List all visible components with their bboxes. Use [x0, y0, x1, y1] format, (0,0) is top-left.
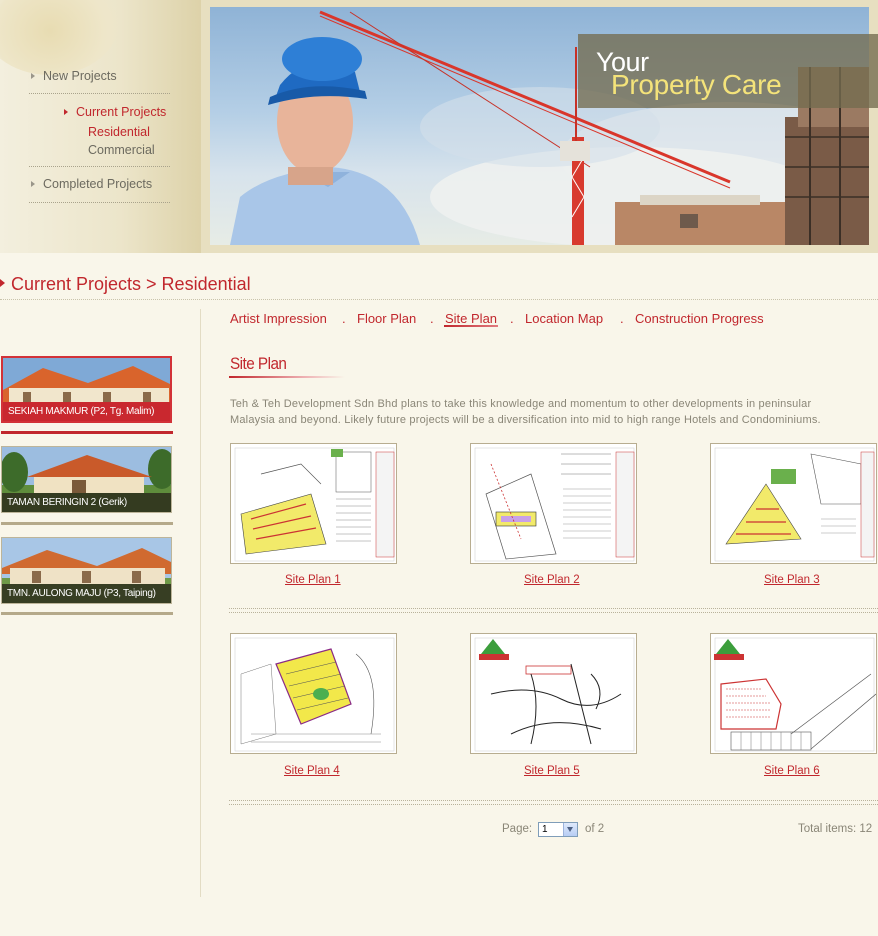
- menu-item-new-projects[interactable]: New Projects: [31, 69, 117, 83]
- menu-divider: [29, 166, 170, 167]
- breadcrumb-divider: [0, 299, 878, 300]
- menu-subitem-residential[interactable]: Residential: [88, 125, 150, 139]
- project-thumbnail-sekiah-makmur[interactable]: SEKIAH MAKMUR (P2, Tg. Malim): [1, 356, 172, 423]
- menu-item-current-projects[interactable]: Current Projects: [64, 105, 166, 119]
- project-menu: New Projects Current Projects Residentia…: [0, 0, 201, 253]
- intro-line-2: Malaysia and beyond. Likely future proje…: [230, 414, 821, 426]
- chevron-down-icon[interactable]: [563, 823, 577, 836]
- menu-subitem-commercial[interactable]: Commercial: [88, 143, 155, 157]
- site-plan-thumbnail-4[interactable]: [230, 633, 397, 754]
- site-plan-link-6[interactable]: Site Plan 6: [764, 765, 820, 777]
- page-select[interactable]: 1: [538, 822, 578, 837]
- tab-separator: .: [620, 311, 624, 326]
- site-plan-thumbnail-3[interactable]: [710, 443, 877, 564]
- tab-separator: .: [430, 311, 434, 326]
- page-count: of 2: [585, 823, 605, 835]
- tab-artist-impression[interactable]: Artist Impression: [230, 311, 327, 326]
- project-thumbnail-taman-beringin[interactable]: TAMAN BERINGIN 2 (Gerik): [1, 446, 172, 513]
- site-plan-thumbnail-2[interactable]: [470, 443, 637, 564]
- section-title-underline: [229, 376, 345, 378]
- tab-separator: .: [510, 311, 514, 326]
- grid-row-divider: [229, 800, 878, 805]
- project-divider: [1, 522, 173, 525]
- project-thumbnail-aulong-maju[interactable]: TMN. AULONG MAJU (P3, Taiping): [1, 537, 172, 604]
- tab-location-map[interactable]: Location Map: [525, 311, 603, 326]
- site-plan-link-1[interactable]: Site Plan 1: [285, 574, 341, 586]
- menu-divider: [29, 202, 170, 203]
- arrow-right-icon: [31, 73, 35, 79]
- arrow-right-icon: [64, 109, 68, 115]
- header-banner: New Projects Current Projects Residentia…: [0, 0, 878, 253]
- total-items: Total items: 12: [798, 823, 873, 835]
- site-plan-thumbnail-6[interactable]: [710, 633, 877, 754]
- grid-row-divider: [229, 608, 878, 613]
- page-label: Page:: [502, 823, 533, 835]
- vertical-divider: [200, 309, 201, 897]
- tab-floor-plan[interactable]: Floor Plan: [357, 311, 416, 326]
- site-plan-link-5[interactable]: Site Plan 5: [524, 765, 580, 777]
- project-caption: TMN. AULONG MAJU (P3, Taiping): [2, 584, 171, 603]
- section-title: Site Plan: [230, 354, 287, 373]
- site-plan-thumbnail-1[interactable]: [230, 443, 397, 564]
- tab-site-plan[interactable]: Site Plan: [445, 311, 497, 326]
- project-caption: SEKIAH MAKMUR (P2, Tg. Malim): [3, 402, 170, 421]
- site-plan-link-2[interactable]: Site Plan 2: [524, 574, 580, 586]
- tagline-line-2: Property Care: [611, 69, 782, 100]
- decorative-swirl: [0, 0, 120, 75]
- menu-divider: [29, 93, 170, 94]
- project-divider: [1, 431, 173, 434]
- project-divider: [1, 612, 173, 615]
- active-tab-underline: [444, 325, 498, 327]
- site-plan-link-4[interactable]: Site Plan 4: [284, 765, 340, 777]
- site-plan-thumbnail-5[interactable]: [470, 633, 637, 754]
- page-select-value: 1: [542, 824, 548, 835]
- site-plan-link-3[interactable]: Site Plan 3: [764, 574, 820, 586]
- intro-text: Teh & Teh Development Sdn Bhd plans to t…: [230, 396, 878, 428]
- arrow-right-icon: [31, 181, 35, 187]
- tab-construction-progress[interactable]: Construction Progress: [635, 311, 764, 326]
- menu-item-completed-projects[interactable]: Completed Projects: [31, 177, 152, 191]
- intro-line-1: Teh & Teh Development Sdn Bhd plans to t…: [230, 398, 812, 410]
- project-caption: TAMAN BERINGIN 2 (Gerik): [2, 493, 171, 512]
- breadcrumb-arrow-icon: [0, 279, 5, 287]
- tab-separator: .: [342, 311, 346, 326]
- breadcrumb: Current Projects > Residential: [11, 274, 251, 294]
